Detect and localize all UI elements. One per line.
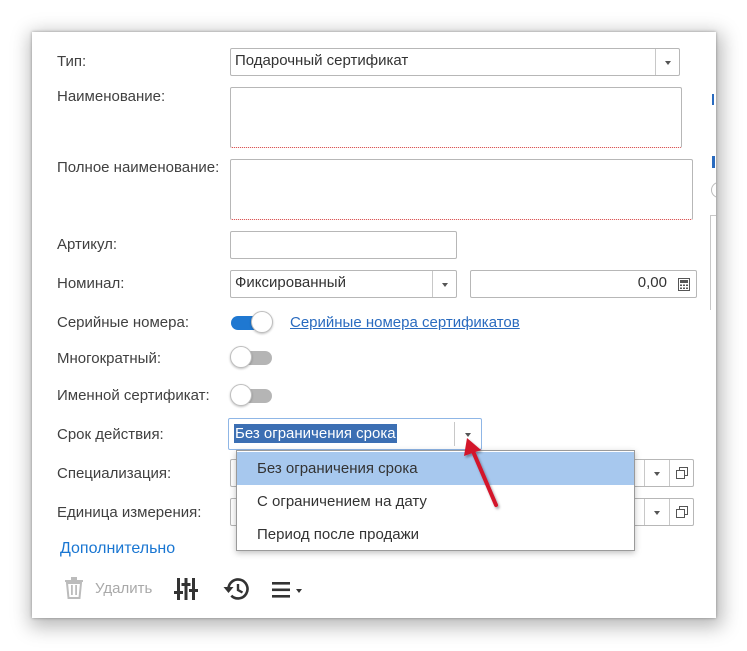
- article-input[interactable]: [230, 231, 457, 259]
- settings-button[interactable]: [174, 576, 200, 602]
- validity-select[interactable]: Без ограничения срока: [228, 418, 482, 450]
- delete-button[interactable]: Удалить: [62, 576, 162, 602]
- nominal-amount-value: 0,00: [637, 274, 667, 291]
- unit-dropdown-button[interactable]: [644, 499, 669, 525]
- serial-numbers-label: Серийные номера:: [57, 314, 189, 331]
- nominal-kind-select[interactable]: Фиксированный: [230, 270, 457, 298]
- chevron-down-icon: [654, 472, 660, 476]
- cut-link-fragment: [712, 94, 714, 105]
- unit-label: Единица измерения:: [57, 504, 202, 521]
- name-label: Наименование:: [57, 88, 166, 105]
- full-name-textarea[interactable]: [230, 159, 693, 220]
- chevron-down-icon: [441, 283, 448, 287]
- validity-label: Срок действия:: [57, 426, 164, 443]
- multiple-toggle[interactable]: [230, 345, 273, 371]
- specialization-dropdown-button[interactable]: [644, 460, 669, 486]
- name-textarea[interactable]: [230, 87, 682, 148]
- cut-radio-fragment: [711, 182, 716, 198]
- article-label: Артикул:: [57, 236, 118, 253]
- type-select[interactable]: Подарочный сертификат: [230, 48, 680, 76]
- chevron-down-icon: [654, 511, 660, 515]
- type-label: Тип:: [57, 53, 87, 70]
- open-button[interactable]: [669, 460, 693, 486]
- delete-label: Удалить: [95, 580, 153, 597]
- multiple-label: Многократный:: [57, 350, 162, 367]
- annotation-arrow-icon: [464, 438, 498, 507]
- more-menu-button[interactable]: [270, 576, 304, 602]
- history-icon: [223, 578, 249, 600]
- full-name-label: Полное наименование:: [57, 159, 220, 176]
- chevron-down-icon: [664, 61, 671, 65]
- trash-icon: [65, 577, 83, 599]
- type-dropdown-button[interactable]: [655, 49, 679, 75]
- dropdown-option[interactable]: Без ограничения срока: [237, 452, 634, 485]
- menu-icon: [272, 582, 290, 598]
- chevron-down-icon: [296, 589, 302, 593]
- open-window-icon: [676, 467, 688, 479]
- calculator-button[interactable]: [672, 271, 696, 297]
- named-label: Именной сертификат:: [57, 387, 210, 404]
- additional-section-link[interactable]: Дополнительно: [60, 540, 175, 558]
- dropdown-option[interactable]: С ограничением на дату: [237, 485, 634, 518]
- type-value: Подарочный сертификат: [235, 52, 409, 69]
- nominal-kind-value: Фиксированный: [235, 274, 346, 291]
- named-toggle[interactable]: [230, 383, 273, 409]
- validity-value: Без ограничения срока: [234, 424, 397, 443]
- cut-panel-fragment: [710, 215, 716, 310]
- calculator-icon: [678, 278, 690, 291]
- nominal-label: Номинал:: [57, 275, 125, 292]
- serial-numbers-toggle[interactable]: [230, 310, 273, 336]
- sliders-icon: [174, 578, 198, 600]
- validity-dropdown-list: Без ограничения срока С ограничением на …: [236, 450, 635, 551]
- open-button[interactable]: [669, 499, 693, 525]
- nominal-amount-input[interactable]: 0,00: [470, 270, 697, 298]
- serial-numbers-link[interactable]: Серийные номера сертификатов: [290, 314, 520, 331]
- dropdown-option[interactable]: Период после продажи: [237, 518, 634, 551]
- history-button[interactable]: [222, 576, 250, 602]
- open-window-icon: [676, 506, 688, 518]
- nominal-kind-dropdown-button[interactable]: [432, 271, 456, 297]
- specialization-label: Специализация:: [57, 465, 172, 482]
- cut-link-fragment: [712, 156, 715, 168]
